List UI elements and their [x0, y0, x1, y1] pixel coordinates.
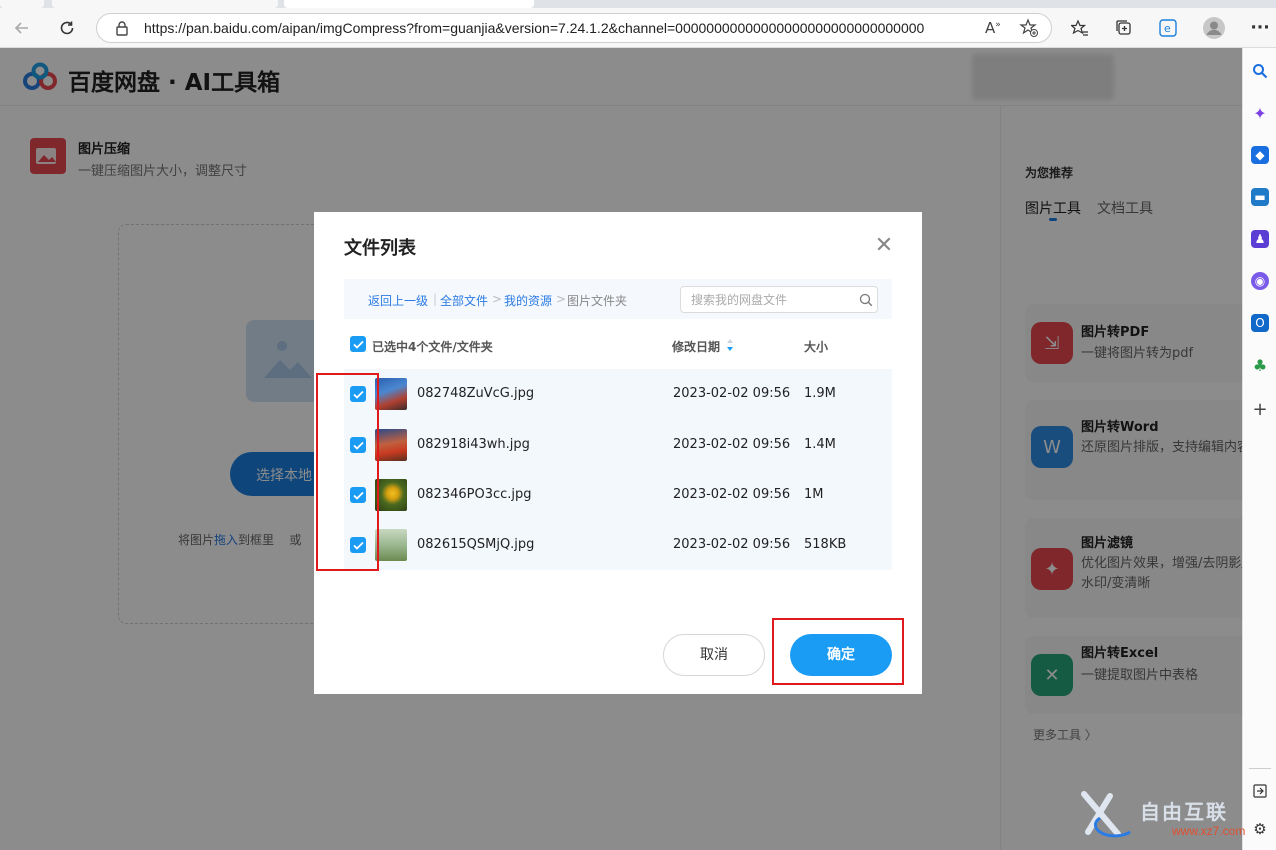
- edge-ie-icon[interactable]: e: [1156, 16, 1180, 40]
- read-aloud-icon[interactable]: A»: [985, 19, 1001, 37]
- refresh-icon[interactable]: [55, 16, 79, 40]
- file-date: 2023-02-02 09:56: [673, 386, 791, 401]
- file-name: 082346PO3cc.jpg: [417, 487, 532, 502]
- collections-icon[interactable]: [1112, 16, 1136, 40]
- breadcrumb-current: 图片文件夹: [567, 294, 628, 308]
- watermark-text: 自由互联: [1140, 800, 1228, 824]
- lock-icon[interactable]: [115, 20, 129, 36]
- profile-avatar-icon[interactable]: [1202, 16, 1226, 40]
- more-menu-icon[interactable]: ···: [1248, 16, 1272, 40]
- breadcrumb-all-files[interactable]: 全部文件: [440, 292, 488, 309]
- file-name: 082918i43wh.jpg: [417, 437, 530, 452]
- file-size: 1.4M: [804, 437, 836, 452]
- file-row[interactable]: 082748ZuVcG.jpg 2023-02-02 09:56 1.9M: [344, 369, 892, 419]
- tab-inactive[interactable]: [52, 0, 278, 8]
- image-thumbnail: [375, 479, 407, 511]
- search-box[interactable]: [680, 286, 878, 313]
- breadcrumb-my-resources[interactable]: 我的资源: [504, 292, 552, 309]
- add-favorite-icon[interactable]: [1019, 18, 1039, 38]
- close-icon[interactable]: ✕: [872, 234, 896, 258]
- file-row[interactable]: 082346PO3cc.jpg 2023-02-02 09:56 1M: [344, 470, 892, 520]
- file-date: 2023-02-02 09:56: [673, 537, 791, 552]
- shopping-tag-icon[interactable]: ◆: [1251, 146, 1269, 164]
- breadcrumb-separator: >: [492, 292, 503, 306]
- column-header-date[interactable]: 修改日期: [672, 338, 720, 355]
- microsoft-365-icon[interactable]: ◉: [1251, 272, 1269, 290]
- breadcrumb-separator: >: [556, 292, 567, 306]
- edge-sidebar: ✦ ◆ ▬ ♟ ◉ O ♣ + ⚙: [1242, 48, 1276, 850]
- select-all-checkbox[interactable]: [350, 336, 366, 352]
- selected-count: 已选中4个文件/文件夹: [372, 340, 493, 354]
- search-icon[interactable]: [1251, 62, 1269, 80]
- file-size: 1.9M: [804, 386, 836, 401]
- url-text[interactable]: https://pan.baidu.com/aipan/imgCompress?…: [144, 20, 924, 36]
- copilot-sparkle-icon[interactable]: ✦: [1251, 104, 1269, 123]
- file-name: 082615QSMjQ.jpg: [417, 537, 535, 552]
- browser-toolbar: https://pan.baidu.com/aipan/imgCompress?…: [0, 8, 1276, 48]
- breadcrumb: 返回上一级 | 全部文件 > 我的资源 > 图片文件夹: [344, 279, 892, 319]
- sort-icon[interactable]: [726, 337, 734, 351]
- search-icon[interactable]: [859, 292, 873, 307]
- file-name: 082748ZuVcG.jpg: [417, 386, 535, 401]
- checkbox-highlight-box: [316, 373, 379, 571]
- file-size: 1M: [804, 487, 824, 502]
- image-thumbnail: [375, 529, 407, 561]
- cancel-button[interactable]: 取消: [663, 634, 765, 676]
- confirm-highlight-box: [772, 618, 904, 685]
- breadcrumb-back[interactable]: 返回上一级: [368, 292, 428, 309]
- games-icon[interactable]: ♟: [1251, 230, 1269, 248]
- address-bar[interactable]: https://pan.baidu.com/aipan/imgCompress?…: [96, 13, 1052, 43]
- tools-briefcase-icon[interactable]: ▬: [1251, 188, 1269, 206]
- search-input[interactable]: [691, 291, 851, 309]
- outlook-icon[interactable]: O: [1251, 314, 1269, 332]
- file-date: 2023-02-02 09:56: [673, 487, 791, 502]
- tab-strip: [0, 0, 1276, 8]
- favorites-icon[interactable]: [1068, 16, 1092, 40]
- watermark-site: www.xz7.com: [1172, 824, 1246, 838]
- sidebar-divider: [1249, 768, 1271, 769]
- file-list: 082748ZuVcG.jpg 2023-02-02 09:56 1.9M 08…: [344, 369, 892, 570]
- back-icon[interactable]: [10, 16, 34, 40]
- add-icon[interactable]: +: [1251, 399, 1269, 420]
- file-row[interactable]: 082918i43wh.jpg 2023-02-02 09:56 1.4M: [344, 420, 892, 470]
- image-thumbnail: [375, 378, 407, 410]
- tab-inactive[interactable]: [0, 0, 44, 8]
- image-thumbnail: [375, 429, 407, 461]
- file-row[interactable]: 082615QSMjQ.jpg 2023-02-02 09:56 518KB: [344, 520, 892, 570]
- file-date: 2023-02-02 09:56: [673, 437, 791, 452]
- svg-text:e: e: [1164, 22, 1171, 35]
- file-size: 518KB: [804, 537, 847, 552]
- watermark: 自由互联 www.xz7.com: [1080, 788, 1270, 844]
- column-header-size[interactable]: 大小: [804, 338, 828, 355]
- tree-icon[interactable]: ♣: [1251, 356, 1269, 375]
- tab-active[interactable]: [284, 0, 534, 8]
- breadcrumb-divider: |: [433, 292, 438, 306]
- dialog-title: 文件列表: [344, 238, 416, 259]
